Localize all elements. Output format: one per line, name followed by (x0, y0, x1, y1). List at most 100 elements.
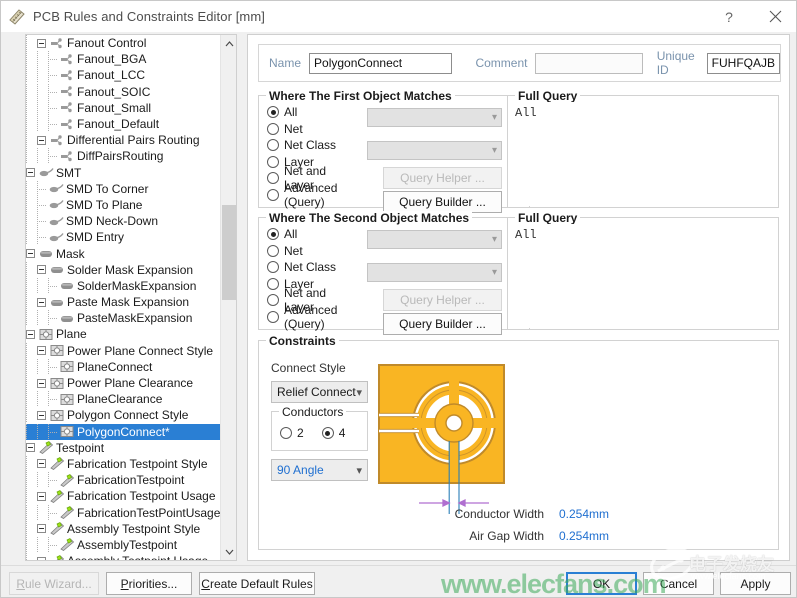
tree-item-planeclearance[interactable]: PlaneClearance (26, 391, 220, 408)
first-object-query-helper-button[interactable]: Query Helper ... (383, 167, 502, 189)
tree-expander-icon[interactable] (37, 297, 46, 307)
chevron-down-icon[interactable] (221, 543, 236, 560)
tree-item-fabricationtestpoint[interactable]: FabricationTestpoint (26, 472, 220, 489)
tree-item-fanout-lcc[interactable]: Fanout_LCC (26, 67, 220, 84)
tree-expander-icon[interactable] (37, 459, 46, 469)
tree-item-smd-entry[interactable]: SMD Entry (26, 229, 220, 246)
tree-item-fanout-default[interactable]: Fanout_Default (26, 116, 220, 133)
tree-item-power-plane-clearance[interactable]: Power Plane Clearance (26, 375, 220, 392)
tree-expander-icon[interactable] (37, 378, 46, 388)
tree-item-fabricationtestpointusage[interactable]: FabricationTestPointUsage (26, 504, 220, 521)
tree-expander-icon[interactable] (37, 38, 46, 48)
tree-item-assembly-testpoint-style[interactable]: Assembly Testpoint Style (26, 520, 220, 537)
tree-item-assemblytestpoint[interactable]: AssemblyTestpoint (26, 536, 220, 553)
first-object-radio-net-class[interactable]: Net Class (267, 137, 355, 154)
tree-expander-icon[interactable] (26, 249, 35, 259)
tree-item-smd-to-corner[interactable]: SMD To Corner (26, 180, 220, 197)
create-default-rules-button[interactable]: Create Default Rules (199, 572, 315, 595)
tree-item-paste-mask-expansion[interactable]: Paste Mask Expansion (26, 294, 220, 311)
tree-expander-icon[interactable] (37, 135, 46, 145)
tree-item-testpoint[interactable]: Testpoint (26, 440, 220, 456)
tree-guide (48, 391, 59, 408)
plane-icon (59, 425, 75, 438)
tree-item-polygonconnect[interactable]: PolygonConnect* (26, 423, 220, 440)
second-object-query-builder-button[interactable]: Query Builder ... (383, 313, 502, 335)
tree-item-soldermaskexpansion[interactable]: SolderMaskExpansion (26, 277, 220, 294)
name-input[interactable]: PolygonConnect (309, 52, 453, 74)
tree-item-fanout-bga[interactable]: Fanout_BGA (26, 51, 220, 68)
help-icon[interactable]: ? (706, 1, 752, 32)
unique-id-input[interactable]: FUHFQAJB (706, 52, 780, 74)
ok-button[interactable]: OK (566, 572, 637, 595)
radio-icon (267, 188, 279, 201)
tree-item-smd-to-plane[interactable]: SMD To Plane (26, 196, 220, 213)
angle-value: 90 Angle (277, 463, 324, 477)
tree-expander-icon[interactable] (37, 524, 46, 534)
first-object-net-combo[interactable]: ▾ (367, 108, 502, 127)
tree-item-smd-neck-down[interactable]: SMD Neck-Down (26, 213, 220, 230)
second-object-radio-net[interactable]: Net (267, 243, 355, 260)
first-full-query-text[interactable]: All (509, 102, 777, 206)
comment-label: Comment (475, 56, 528, 70)
second-object-net-combo[interactable]: ▾ (367, 230, 502, 249)
tree-item-polygon-connect-style[interactable]: Polygon Connect Style (26, 407, 220, 424)
tree-item-power-plane-connect-style[interactable]: Power Plane Connect Style (26, 342, 220, 359)
tree-item-fanout-small[interactable]: Fanout_Small (26, 99, 220, 116)
tree-item-label: PasteMaskExpansion (77, 311, 193, 326)
conductors-radio-2[interactable]: 2 (280, 425, 304, 442)
tree-expander-icon[interactable] (37, 265, 46, 275)
tree-item-mask[interactable]: Mask (26, 245, 220, 261)
tree-expander-icon[interactable] (37, 346, 46, 356)
priorities-button[interactable]: Priorities... (106, 572, 192, 595)
tree-item-pastemaskexpansion[interactable]: PasteMaskExpansion (26, 310, 220, 327)
first-object-netclass-combo[interactable]: ▾ (367, 141, 502, 160)
chevron-up-icon[interactable] (221, 35, 236, 52)
apply-button[interactable]: Apply (720, 572, 791, 595)
tree-item-label: Testpoint (56, 440, 105, 455)
tree-expander-icon[interactable] (26, 168, 35, 178)
second-object-netclass-combo[interactable]: ▾ (367, 263, 502, 282)
tree-item-planeconnect[interactable]: PlaneConnect (26, 358, 220, 375)
tree-item-smt[interactable]: SMT (26, 165, 220, 181)
tree-item-fanout-control[interactable]: Fanout Control (26, 35, 220, 52)
tree-guide (26, 423, 37, 440)
second-object-query-helper-button[interactable]: Query Helper ... (383, 289, 502, 311)
tree-item-solder-mask-expansion[interactable]: Solder Mask Expansion (26, 261, 220, 278)
first-object-radio-advanced-query[interactable]: Advanced (Query) (267, 181, 355, 209)
tree-item-diffpairsrouting[interactable]: DiffPairsRouting (26, 148, 220, 165)
tree-expander-icon[interactable] (26, 329, 35, 339)
tree-item-plane[interactable]: Plane (26, 326, 220, 342)
second-object-radio-advanced-query[interactable]: Advanced (Query) (267, 303, 355, 331)
tree-expander-icon[interactable] (26, 443, 35, 453)
tree-expander-icon[interactable] (37, 556, 46, 560)
tree-item-assembly-testpoint-usage[interactable]: Assembly Testpoint Usage (26, 553, 220, 560)
tree-item-label: PlaneClearance (77, 392, 163, 407)
smt-icon (48, 182, 64, 195)
tree-scrollbar[interactable] (220, 35, 236, 560)
cancel-button[interactable]: Cancel (643, 572, 714, 595)
tree-item-fabrication-testpoint-usage[interactable]: Fabrication Testpoint Usage (26, 488, 220, 505)
connect-style-select[interactable]: Relief Connect ▾ (271, 381, 368, 403)
tree-item-fanout-soic[interactable]: Fanout_SOIC (26, 83, 220, 100)
tree-scrollbar-thumb[interactable] (222, 205, 236, 300)
first-object-query-builder-button[interactable]: Query Builder ... (383, 191, 502, 213)
second-object-radio-net-class[interactable]: Net Class (267, 259, 355, 276)
first-object-radio-all[interactable]: All (267, 104, 355, 121)
tree-guide (37, 229, 48, 246)
close-icon[interactable] (752, 1, 796, 32)
tree-item-differential-pairs-routing[interactable]: Differential Pairs Routing (26, 132, 220, 149)
comment-input[interactable] (535, 52, 643, 74)
second-object-radio-all[interactable]: All (267, 226, 355, 243)
angle-select[interactable]: 90 Angle ▾ (271, 459, 368, 481)
tree-expander-icon[interactable] (37, 410, 46, 420)
first-object-radio-net[interactable]: Net (267, 121, 355, 138)
radio-icon (267, 310, 279, 323)
tree-item-fabrication-testpoint-style[interactable]: Fabrication Testpoint Style (26, 455, 220, 472)
tree-item-label: Differential Pairs Routing (67, 133, 200, 148)
second-full-query-text[interactable]: All (509, 224, 777, 328)
rule-wizard-button[interactable]: RRule Wizard...ule Wizard... (9, 572, 99, 595)
conductors-radio-4[interactable]: 4 (321, 425, 345, 442)
testpoint-icon (38, 441, 54, 455)
rules-tree[interactable]: Fanout Control Fanout_BGA Fanout_LCC Fanout… (26, 35, 220, 560)
tree-expander-icon[interactable] (37, 491, 46, 501)
